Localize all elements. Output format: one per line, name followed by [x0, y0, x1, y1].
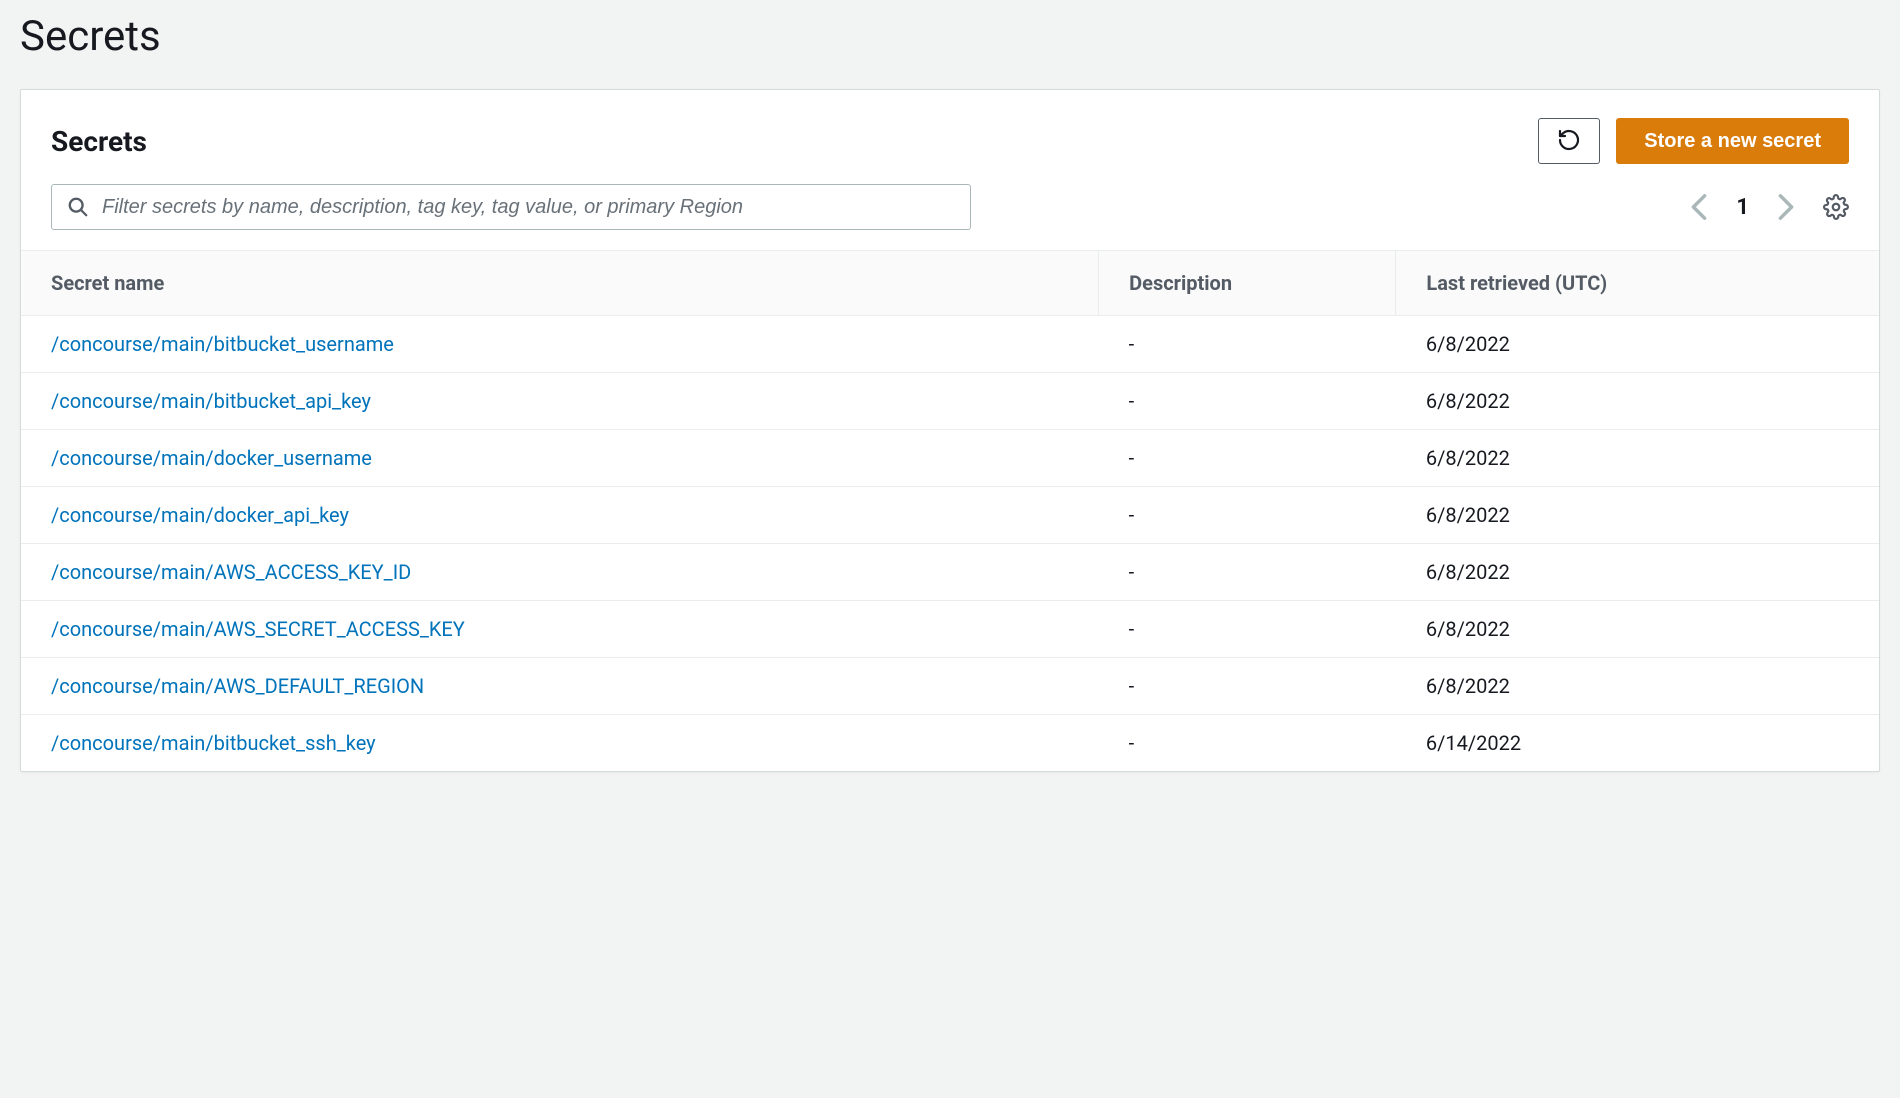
settings-button[interactable] [1823, 194, 1849, 220]
cell-description: - [1099, 544, 1396, 601]
secret-link[interactable]: /concourse/main/bitbucket_ssh_key [51, 731, 376, 755]
table-row: /concourse/main/AWS_ACCESS_KEY_ID -6/8/20… [21, 544, 1879, 601]
table-row: /concourse/main/AWS_DEFAULT_REGION -6/8/2… [21, 658, 1879, 715]
table-row: /concourse/main/bitbucket_username -6/8/2… [21, 316, 1879, 373]
secret-link[interactable]: /concourse/main/docker_api_key [51, 503, 349, 527]
secret-link[interactable]: /concourse/main/AWS_ACCESS_KEY_ID [51, 560, 411, 584]
cell-secret-name: /concourse/main/docker_api_key [21, 487, 1099, 544]
panel-header: Secrets Store a new secret [21, 90, 1879, 184]
search-input[interactable] [51, 184, 971, 230]
table-row: /concourse/main/docker_username -6/8/2022 [21, 430, 1879, 487]
cell-secret-name: /concourse/main/bitbucket_api_key [21, 373, 1099, 430]
page-number: 1 [1736, 195, 1749, 220]
cell-description: - [1099, 373, 1396, 430]
next-page-button[interactable] [1777, 193, 1795, 221]
refresh-icon [1557, 128, 1581, 155]
table-header-row: Secret name Description Last retrieved (… [21, 251, 1879, 316]
col-header-last-retrieved[interactable]: Last retrieved (UTC) [1396, 251, 1879, 316]
right-controls: 1 [1690, 193, 1849, 221]
cell-last-retrieved: 6/8/2022 [1396, 487, 1879, 544]
prev-page-button[interactable] [1690, 193, 1708, 221]
cell-secret-name: /concourse/main/AWS_SECRET_ACCESS_KEY [21, 601, 1099, 658]
secrets-panel: Secrets Store a new secret [20, 89, 1880, 772]
cell-secret-name: /concourse/main/docker_username [21, 430, 1099, 487]
cell-description: - [1099, 487, 1396, 544]
cell-last-retrieved: 6/8/2022 [1396, 601, 1879, 658]
cell-secret-name: /concourse/main/AWS_ACCESS_KEY_ID [21, 544, 1099, 601]
col-header-name[interactable]: Secret name [21, 251, 1099, 316]
secret-link[interactable]: /concourse/main/docker_username [51, 446, 372, 470]
secret-link[interactable]: /concourse/main/bitbucket_username [51, 332, 394, 356]
cell-last-retrieved: 6/8/2022 [1396, 430, 1879, 487]
cell-last-retrieved: 6/14/2022 [1396, 715, 1879, 772]
store-new-secret-button[interactable]: Store a new secret [1616, 118, 1849, 164]
table-row: /concourse/main/docker_api_key -6/8/2022 [21, 487, 1879, 544]
chevron-right-icon [1777, 193, 1795, 221]
secret-link[interactable]: /concourse/main/AWS_SECRET_ACCESS_KEY [51, 617, 465, 641]
secret-link[interactable]: /concourse/main/AWS_DEFAULT_REGION [51, 674, 424, 698]
cell-last-retrieved: 6/8/2022 [1396, 316, 1879, 373]
cell-last-retrieved: 6/8/2022 [1396, 373, 1879, 430]
gear-icon [1823, 194, 1849, 220]
secret-link[interactable]: /concourse/main/bitbucket_api_key [51, 389, 371, 413]
chevron-left-icon [1690, 193, 1708, 221]
refresh-button[interactable] [1538, 118, 1600, 164]
secrets-table: Secret name Description Last retrieved (… [21, 250, 1879, 771]
cell-description: - [1099, 316, 1396, 373]
cell-description: - [1099, 658, 1396, 715]
col-header-description[interactable]: Description [1099, 251, 1396, 316]
search-icon [67, 196, 89, 218]
cell-description: - [1099, 715, 1396, 772]
cell-secret-name: /concourse/main/bitbucket_ssh_key [21, 715, 1099, 772]
panel-actions: Store a new secret [1538, 118, 1849, 164]
panel-title: Secrets [51, 125, 147, 158]
cell-last-retrieved: 6/8/2022 [1396, 658, 1879, 715]
table-row: /concourse/main/bitbucket_ssh_key -6/14/2… [21, 715, 1879, 772]
search-wrap [51, 184, 971, 230]
cell-description: - [1099, 601, 1396, 658]
cell-description: - [1099, 430, 1396, 487]
table-row: /concourse/main/AWS_SECRET_ACCESS_KEY -6/… [21, 601, 1879, 658]
cell-secret-name: /concourse/main/bitbucket_username [21, 316, 1099, 373]
table-row: /concourse/main/bitbucket_api_key -6/8/20… [21, 373, 1879, 430]
page-title: Secrets [20, 0, 1880, 89]
cell-last-retrieved: 6/8/2022 [1396, 544, 1879, 601]
pagination: 1 [1690, 193, 1795, 221]
controls-row: 1 [21, 184, 1879, 250]
cell-secret-name: /concourse/main/AWS_DEFAULT_REGION [21, 658, 1099, 715]
